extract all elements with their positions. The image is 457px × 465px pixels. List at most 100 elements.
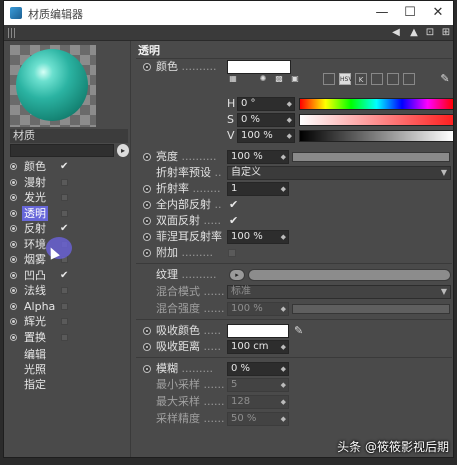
blur-field[interactable]: 0 % ◆ — [227, 362, 289, 376]
ior-field[interactable]: 1 ◆ — [227, 182, 289, 196]
rgb-mode-icon[interactable] — [323, 73, 335, 85]
maximize-button[interactable]: ☐ — [396, 3, 424, 23]
channel-animate-icon[interactable] — [10, 178, 17, 186]
channel-alpha[interactable]: Alpha — [10, 299, 128, 314]
absorption-distance-field[interactable]: 100 cm ◆ — [227, 340, 289, 354]
expand-icon[interactable]: ⊞ — [438, 26, 453, 40]
material-preview[interactable] — [10, 45, 96, 127]
channel-diffusion[interactable]: 漫射 — [10, 175, 128, 190]
up-arrow-icon[interactable]: ▲ — [406, 26, 422, 40]
channel-luminance[interactable]: 发光 — [10, 190, 128, 205]
spin-icon[interactable]: ◆ — [281, 183, 286, 195]
value-slider[interactable] — [299, 130, 453, 142]
channel-animate-icon[interactable] — [10, 256, 17, 263]
channel-checkbox[interactable]: ✔ — [60, 268, 68, 283]
channel-normal[interactable]: 法线 — [10, 283, 128, 298]
channel-checkbox[interactable] — [61, 302, 68, 310]
spin-icon[interactable]: ◆ — [281, 341, 286, 353]
brightness-field[interactable]: 100 % ◆ — [227, 150, 289, 164]
eyedropper-icon[interactable]: ✎ — [439, 73, 451, 85]
channel-checkbox[interactable] — [61, 194, 68, 201]
spin-icon[interactable]: ◆ — [287, 98, 292, 110]
channel-glow[interactable]: 辉光 — [10, 314, 128, 329]
image-icon[interactable]: ▣ — [289, 73, 301, 85]
channel-animate-icon[interactable] — [10, 271, 17, 279]
mix-strength-slider[interactable] — [292, 304, 450, 314]
absorption-distance-animate-icon[interactable] — [143, 343, 151, 351]
channel-animate-icon[interactable] — [10, 194, 17, 201]
channel-animate-icon[interactable] — [10, 163, 17, 170]
channel-transparency[interactable]: 透明 — [10, 205, 128, 221]
channel-animate-icon[interactable] — [10, 302, 17, 310]
minimize-button[interactable]: — — [368, 3, 396, 23]
grid-icon[interactable]: ▩ — [273, 73, 285, 85]
hue-field[interactable]: 0 ° ◆ — [237, 97, 295, 111]
channel-bump[interactable]: 凹凸 ✔ — [10, 268, 128, 283]
channel-color[interactable]: 颜色 ✔ — [10, 159, 128, 174]
additive-animate-icon[interactable] — [143, 249, 151, 257]
spin-icon[interactable]: ◆ — [287, 114, 292, 126]
material-options-icon[interactable]: ▸ — [117, 144, 129, 157]
texture-menu-button[interactable]: ▸ — [229, 269, 245, 281]
wheel-icon[interactable]: ✺ — [257, 73, 269, 85]
spin-icon[interactable]: ◆ — [281, 363, 286, 375]
color-swatch[interactable] — [227, 60, 291, 74]
brightness-slider[interactable] — [292, 152, 450, 162]
custom-icon[interactable] — [403, 73, 415, 85]
channel-checkbox[interactable] — [61, 287, 68, 294]
hsv-mode-icon[interactable]: HSV — [339, 73, 352, 85]
ior-preset-dropdown[interactable]: 自定义 ▼ — [227, 166, 451, 180]
absorption-color-swatch[interactable] — [227, 324, 289, 338]
channel-animate-icon[interactable] — [10, 333, 17, 341]
spin-icon[interactable]: ◆ — [287, 130, 292, 142]
channel-reflectance[interactable]: 反射 ✔ — [10, 221, 128, 236]
item-assign[interactable]: 指定 — [24, 377, 46, 392]
palette-icon[interactable] — [387, 73, 399, 85]
brightness-animate-icon[interactable] — [143, 153, 151, 161]
spin-icon[interactable]: ◆ — [281, 231, 286, 243]
double-sided-animate-icon[interactable] — [143, 217, 151, 225]
channel-animate-icon[interactable] — [10, 318, 17, 325]
double-sided-checkbox[interactable]: ✔ — [229, 213, 238, 229]
hue-slider[interactable] — [299, 98, 453, 110]
tir-checkbox[interactable]: ✔ — [229, 197, 238, 213]
blur-animate-icon[interactable] — [143, 365, 151, 373]
mix-mode-dropdown[interactable]: 标准 ▼ — [227, 285, 451, 299]
eyedropper-icon[interactable]: ✎ — [294, 323, 303, 339]
lock-icon[interactable]: ⊡ — [422, 26, 438, 40]
spectrum-icon[interactable]: ▦ — [227, 73, 239, 85]
channel-animate-icon[interactable] — [10, 240, 17, 248]
channel-displacement[interactable]: 置换 — [10, 330, 128, 345]
channel-checkbox[interactable] — [61, 209, 68, 217]
back-arrow-icon[interactable]: ◀ — [388, 26, 404, 40]
channel-animate-icon[interactable] — [10, 209, 17, 217]
spin-icon[interactable]: ◆ — [281, 303, 286, 315]
channel-checkbox[interactable]: ✔ — [60, 221, 68, 236]
fresnel-field[interactable]: 100 % ◆ — [227, 230, 289, 244]
kelvin-mode-icon[interactable]: K — [355, 73, 367, 85]
texture-slot[interactable] — [248, 269, 451, 281]
tir-animate-icon[interactable] — [143, 201, 151, 209]
spin-icon[interactable]: ◆ — [281, 379, 286, 391]
channel-checkbox[interactable]: ✔ — [60, 159, 68, 174]
min-samples-field[interactable]: 5 ◆ — [227, 378, 289, 392]
channel-animate-icon[interactable] — [10, 225, 17, 232]
item-illumination[interactable]: 光照 — [24, 362, 46, 377]
item-edit[interactable]: 编辑 — [24, 347, 46, 362]
channel-checkbox[interactable] — [61, 318, 68, 325]
absorption-color-animate-icon[interactable] — [143, 327, 151, 335]
max-samples-field[interactable]: 128 ◆ — [227, 395, 289, 409]
mix-strength-field[interactable]: 100 % ◆ — [227, 302, 289, 316]
saturation-slider[interactable] — [299, 114, 453, 126]
value-field[interactable]: 100 % ◆ — [237, 129, 295, 143]
spin-icon[interactable]: ◆ — [281, 413, 286, 425]
close-button[interactable]: ✕ — [424, 3, 452, 23]
fresnel-animate-icon[interactable] — [143, 233, 151, 241]
channel-animate-icon[interactable] — [10, 287, 17, 294]
spin-icon[interactable]: ◆ — [281, 396, 286, 408]
additive-checkbox[interactable] — [228, 249, 236, 257]
material-name-field[interactable] — [10, 144, 114, 157]
ior-animate-icon[interactable] — [143, 185, 151, 193]
channel-checkbox[interactable] — [61, 178, 68, 186]
sample-accuracy-field[interactable]: 50 % ◆ — [227, 412, 289, 426]
